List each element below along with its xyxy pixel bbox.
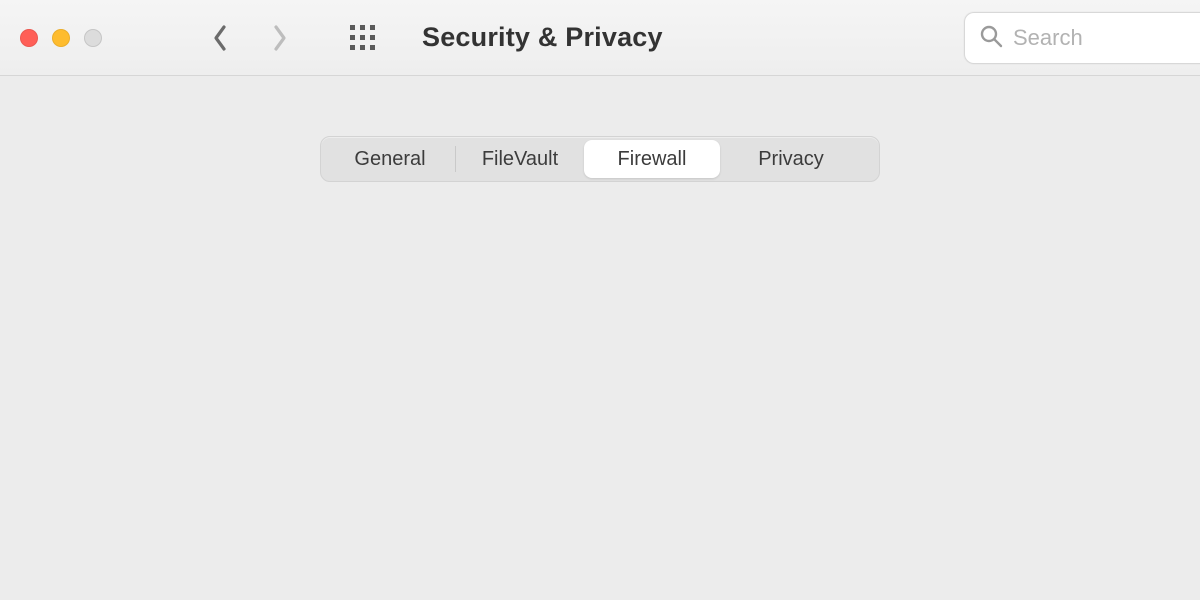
tab-filevault-label: FileVault [482, 148, 558, 171]
search-input[interactable] [1013, 25, 1200, 51]
window-controls [20, 29, 102, 47]
firewall-status-row: Firewall: On [95, 183, 1175, 211]
search-icon [979, 24, 1003, 53]
tab-general-label: General [354, 148, 425, 171]
tab-privacy[interactable]: Privacy [720, 140, 862, 178]
content-area: Firewall: On Turn Off Firewall The firew… [0, 76, 1200, 554]
back-button[interactable] [212, 24, 228, 52]
firewall-status-label: Firewall: On [135, 183, 272, 211]
firewall-options-label: Firewall Options… [930, 354, 1093, 377]
toggle-firewall-label: Turn Off Firewall [939, 186, 1086, 209]
zoom-window-button[interactable] [84, 29, 102, 47]
forward-button[interactable] [272, 24, 288, 52]
tab-bar: General FileVault Firewall Privacy [320, 136, 880, 182]
close-window-button[interactable] [20, 29, 38, 47]
tab-privacy-label: Privacy [758, 148, 824, 171]
tab-general[interactable]: General [324, 140, 456, 178]
window-title: Security & Privacy [422, 22, 663, 53]
search-field[interactable] [964, 12, 1200, 64]
show-all-prefs-icon[interactable] [348, 23, 378, 53]
tab-firewall-label: Firewall [618, 148, 687, 171]
titlebar: Security & Privacy [0, 0, 1200, 76]
nav-arrows [212, 24, 288, 52]
toggle-firewall-button[interactable]: Turn Off Firewall [849, 177, 1175, 217]
minimize-window-button[interactable] [52, 29, 70, 47]
tab-filevault[interactable]: FileVault [456, 140, 584, 178]
firewall-description: The firewall is turned on and set up to … [95, 251, 1159, 314]
firewall-options-button[interactable]: Firewall Options… [849, 345, 1175, 385]
tab-firewall[interactable]: Firewall [584, 140, 720, 178]
status-indicator-icon [95, 188, 113, 206]
